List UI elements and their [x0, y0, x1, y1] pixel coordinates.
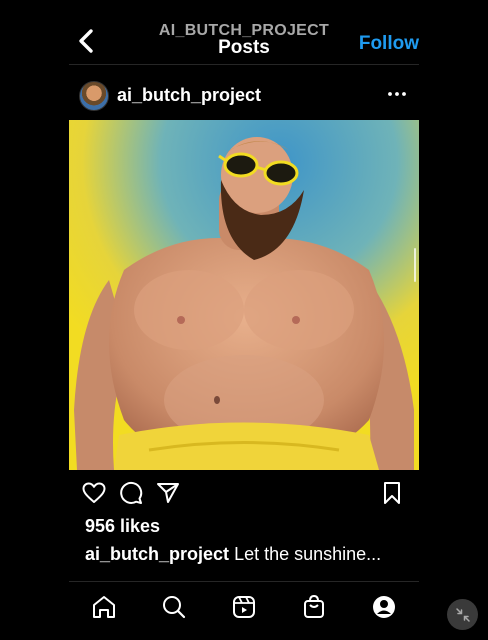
more-horizontal-icon	[388, 92, 406, 96]
post-image[interactable]	[69, 120, 419, 470]
likes-count[interactable]: 956 likes	[85, 516, 160, 537]
bottom-nav	[69, 592, 419, 626]
save-button[interactable]	[379, 480, 405, 506]
top-bar: AI_BUTCH_PROJECT Posts Follow	[69, 14, 419, 64]
post-view: AI_BUTCH_PROJECT Posts Follow ai_butch_p…	[69, 14, 419, 626]
follow-button[interactable]: Follow	[359, 33, 419, 55]
nav-shop[interactable]	[299, 592, 329, 622]
nav-reels[interactable]	[229, 592, 259, 622]
send-icon	[157, 483, 179, 503]
minimize-button[interactable]	[447, 599, 478, 630]
header-titles: AI_BUTCH_PROJECT Posts	[129, 22, 359, 58]
page-title: Posts	[218, 37, 270, 58]
nav-search[interactable]	[159, 592, 189, 622]
search-icon	[163, 596, 186, 619]
share-button[interactable]	[155, 480, 181, 506]
like-button[interactable]	[81, 480, 107, 506]
nav-divider	[69, 581, 419, 582]
shop-icon	[304, 594, 324, 618]
caption-text[interactable]: Let the sunshine...	[234, 544, 381, 564]
post-actions	[69, 480, 419, 506]
avatar[interactable]	[79, 81, 109, 111]
comment-icon	[120, 481, 143, 504]
post-username[interactable]: ai_butch_project	[117, 85, 261, 106]
chevron-left-icon	[79, 29, 93, 53]
back-button[interactable]	[73, 26, 99, 56]
reels-icon	[233, 596, 255, 618]
caption: ai_butch_project Let the sunshine...	[85, 544, 381, 565]
collapse-icon	[455, 607, 470, 622]
bookmark-icon	[384, 482, 400, 504]
post-photo	[69, 120, 419, 470]
home-icon	[93, 596, 115, 618]
caption-username[interactable]: ai_butch_project	[85, 544, 229, 564]
profile-icon	[373, 596, 395, 618]
post-header: ai_butch_project	[69, 76, 419, 116]
nav-profile[interactable]	[369, 592, 399, 622]
comment-button[interactable]	[118, 480, 144, 506]
more-options-button[interactable]	[387, 84, 407, 104]
nav-home[interactable]	[89, 592, 119, 622]
header-divider	[69, 64, 419, 65]
scroll-indicator	[414, 248, 416, 282]
heart-icon	[82, 482, 106, 503]
